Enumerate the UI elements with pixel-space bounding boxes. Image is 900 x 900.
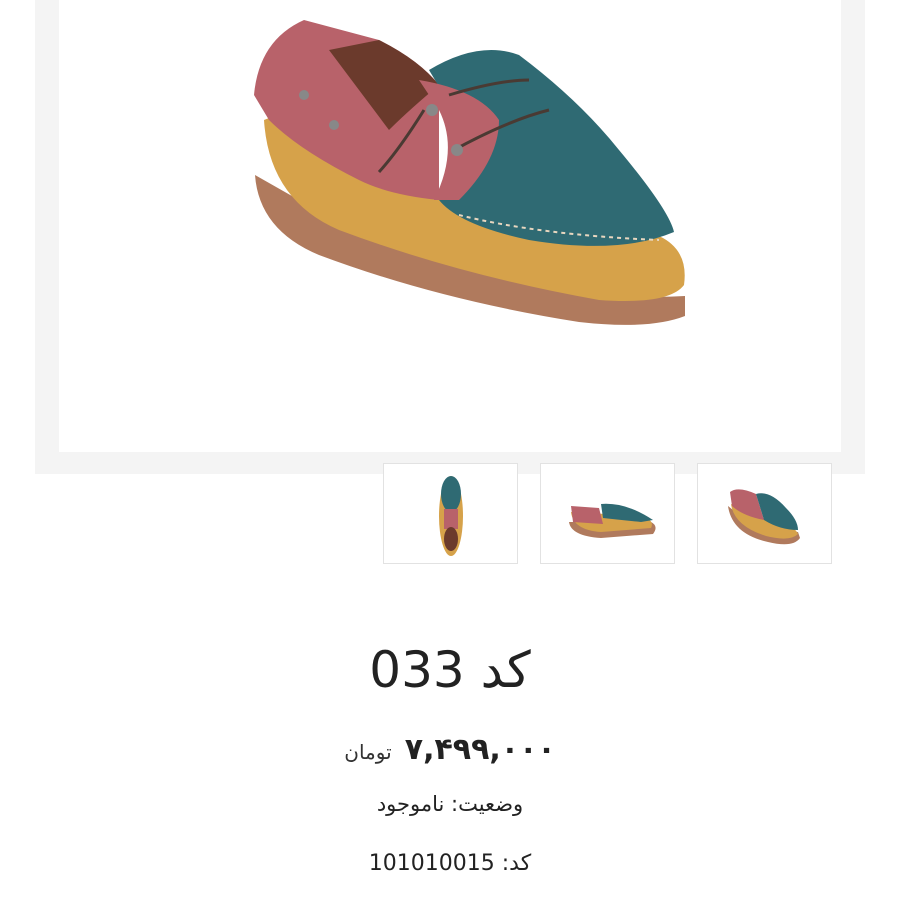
thumbnail-strip (0, 463, 900, 566)
main-image-frame (35, 0, 865, 474)
shoe-main-image (254, 20, 685, 325)
thumbnail-angle-view[interactable] (697, 463, 832, 564)
main-product-image[interactable] (59, 0, 841, 452)
product-title: کد 033 (369, 641, 531, 699)
thumbnail-top-view[interactable] (383, 463, 518, 564)
availability-status: وضعیت: ناموجود (376, 792, 524, 816)
price-row: ۷,۴۹۹,۰۰۰ تومان (0, 728, 900, 776)
shoe-thumbnail-image (569, 503, 656, 538)
shoe-thumbnail-image (439, 476, 463, 556)
shoe-thumbnail-image (728, 489, 800, 545)
price-currency: تومان (344, 740, 392, 764)
product-code: کد: 101010015 (368, 851, 532, 876)
thumbnail-side-view[interactable] (540, 463, 675, 564)
price-value: ۷,۴۹۹,۰۰۰ (404, 732, 556, 767)
